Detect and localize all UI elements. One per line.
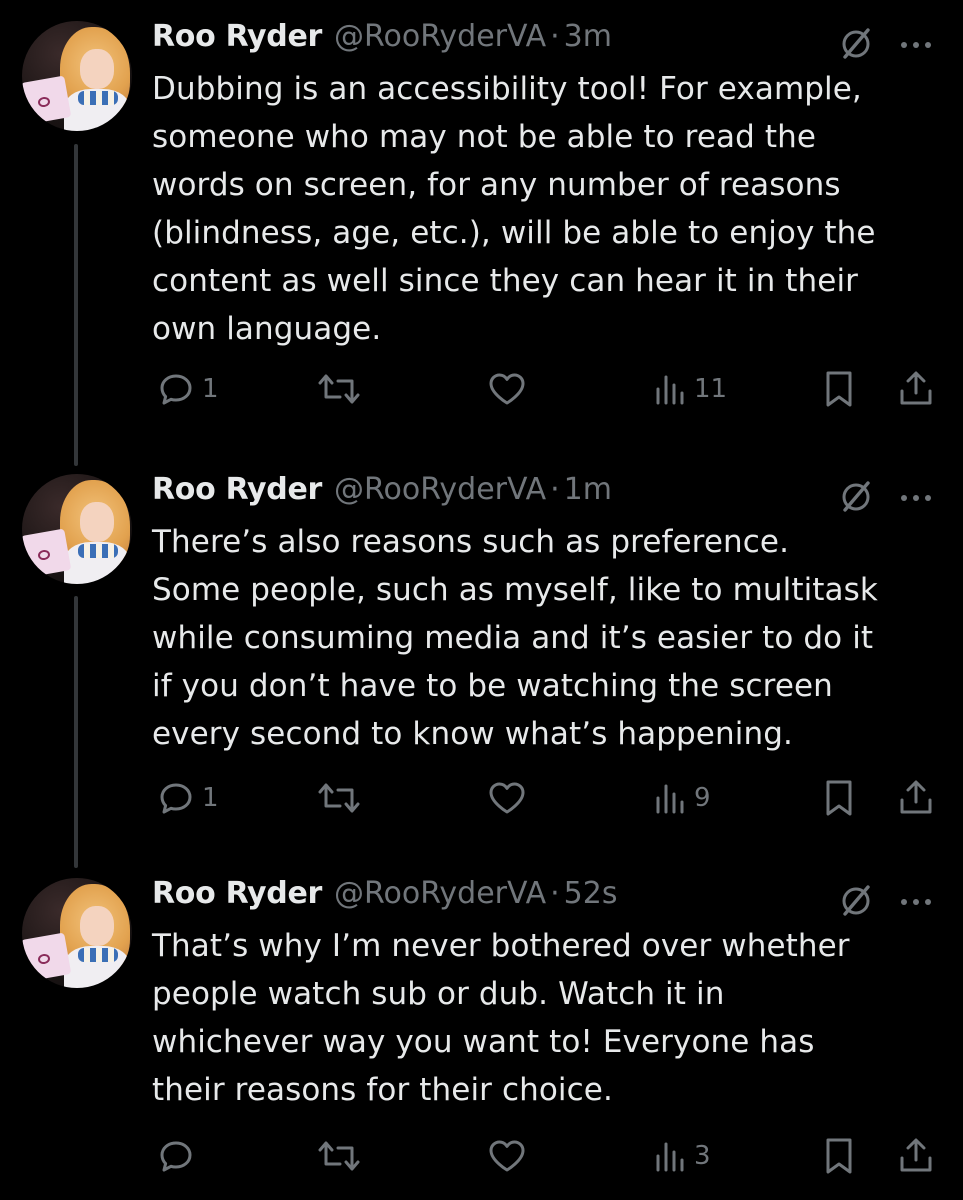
tweet-header: Roo Ryder @RooRyderVA · 3m [152, 19, 612, 59]
views-button[interactable]: 9 [652, 774, 711, 822]
share-icon [900, 1138, 932, 1172]
views-chart-icon [656, 375, 684, 405]
tweet-text-line: someone who may not be able to read the [152, 119, 816, 155]
user-handle[interactable]: @RooRyderVA [334, 876, 546, 911]
more-dots-icon[interactable] [896, 882, 936, 918]
action-bar: 1 9 [0, 774, 963, 822]
action-bar: 1 11 [0, 365, 963, 413]
tweet-text-line: Some people, such as myself, like to mul… [152, 572, 878, 608]
tweet-text: Dubbing is an accessibility tool! For ex… [152, 65, 942, 353]
tweet-text-line: There’s also reasons such as preference. [152, 524, 790, 560]
tweet[interactable]: Roo Ryder @RooRyderVA · 1m There’s also … [0, 468, 963, 868]
bookmark-button[interactable] [822, 774, 856, 822]
bookmark-icon [826, 780, 852, 816]
reply-count: 1 [202, 374, 219, 404]
tweet-text-line: their reasons for their choice. [152, 1072, 613, 1108]
avatar[interactable] [22, 21, 132, 131]
reply-button[interactable]: 1 [156, 774, 219, 822]
share-button[interactable] [896, 774, 936, 822]
tweet-text: There’s also reasons such as preference.… [152, 518, 942, 758]
display-name[interactable]: Roo Ryder [152, 472, 322, 507]
view-count: 11 [694, 374, 728, 404]
bookmark-icon [826, 1138, 852, 1174]
tweet-text: That’s why I’m never bothered over wheth… [152, 922, 942, 1114]
views-button[interactable]: 3 [652, 1132, 711, 1180]
retweet-icon [318, 783, 360, 813]
bookmark-button[interactable] [822, 365, 856, 413]
tweet-text-line: people watch sub or dub. Watch it in [152, 976, 725, 1012]
timestamp[interactable]: 3m [564, 19, 612, 54]
retweet-icon [318, 1141, 360, 1171]
heart-icon [489, 1140, 525, 1172]
share-button[interactable] [896, 1132, 936, 1180]
retweet-button[interactable] [316, 774, 368, 822]
share-button[interactable] [896, 365, 936, 413]
tweet-text-line: own language. [152, 311, 382, 347]
retweet-button[interactable] [316, 1132, 368, 1180]
reply-icon [160, 374, 192, 405]
separator-dot: · [550, 19, 560, 54]
tweet-text-line: whichever way you want to! Everyone has [152, 1024, 815, 1060]
tweet-text-line: (blindness, age, etc.), will be able to … [152, 215, 876, 251]
tweet-text-line: That’s why I’m never bothered over wheth… [152, 928, 850, 964]
thread: Roo Ryder @RooRyderVA · 3m Dubbing is an… [0, 0, 963, 1200]
user-handle[interactable]: @RooRyderVA [334, 472, 546, 507]
like-button[interactable] [486, 1132, 534, 1180]
like-button[interactable] [486, 365, 534, 413]
reply-button[interactable]: 1 [156, 365, 219, 413]
tweet[interactable]: Roo Ryder @RooRyderVA · 3m Dubbing is an… [0, 15, 963, 445]
tweet-text-line: while consuming media and it’s easier to… [152, 620, 874, 656]
prohibited-icon[interactable] [838, 25, 874, 61]
avatar[interactable] [22, 474, 132, 584]
views-chart-icon [656, 784, 684, 814]
reply-count: 1 [202, 783, 219, 813]
user-handle[interactable]: @RooRyderVA [334, 19, 546, 54]
share-icon [900, 371, 932, 405]
bookmark-icon [826, 371, 852, 407]
views-chart-icon [656, 1142, 684, 1172]
separator-dot: · [550, 472, 560, 507]
tweet-text-line: if you don’t have to be watching the scr… [152, 668, 833, 704]
display-name[interactable]: Roo Ryder [152, 876, 322, 911]
reply-icon [160, 783, 192, 814]
tweet-header: Roo Ryder @RooRyderVA · 1m [152, 472, 612, 512]
like-button[interactable] [486, 774, 534, 822]
bookmark-button[interactable] [822, 1132, 856, 1180]
timestamp[interactable]: 52s [564, 876, 618, 911]
tweet-header: Roo Ryder @RooRyderVA · 52s [152, 876, 617, 916]
reply-icon [160, 1141, 192, 1172]
tweet-text-line: words on screen, for any number of reaso… [152, 167, 841, 203]
tweet-text-line: Dubbing is an accessibility tool! For ex… [152, 71, 862, 107]
view-count: 3 [694, 1141, 711, 1171]
more-dots-icon[interactable] [896, 478, 936, 514]
share-icon [900, 780, 932, 814]
heart-icon [489, 373, 525, 405]
prohibited-icon[interactable] [838, 478, 874, 514]
tweet[interactable]: Roo Ryder @RooRyderVA · 52s That’s why I… [0, 872, 963, 1192]
prohibited-icon[interactable] [838, 882, 874, 918]
timestamp[interactable]: 1m [564, 472, 612, 507]
view-count: 9 [694, 783, 711, 813]
display-name[interactable]: Roo Ryder [152, 19, 322, 54]
avatar[interactable] [22, 878, 132, 988]
reply-button[interactable] [156, 1132, 202, 1180]
action-bar: 3 [0, 1132, 963, 1180]
more-dots-icon[interactable] [896, 25, 936, 61]
heart-icon [489, 782, 525, 814]
tweet-text-line: content as well since they can hear it i… [152, 263, 859, 299]
retweet-button[interactable] [316, 365, 368, 413]
views-button[interactable]: 11 [652, 365, 727, 413]
tweet-text-line: every second to know what’s happening. [152, 716, 793, 752]
separator-dot: · [550, 876, 560, 911]
retweet-icon [318, 374, 360, 404]
